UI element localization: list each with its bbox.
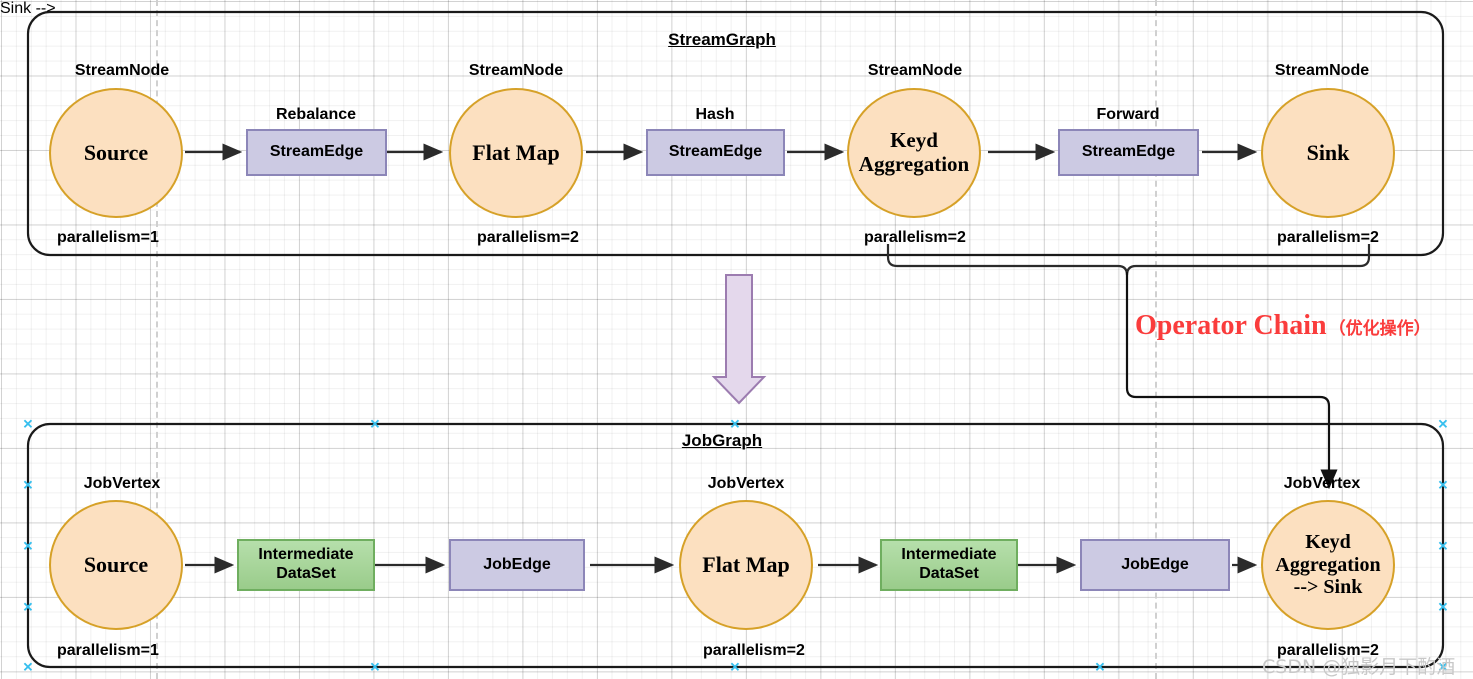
streamnode-flatmap[interactable]: Flat Map (449, 88, 583, 218)
streamgraph-title: StreamGraph (668, 30, 776, 49)
operator-chain-label-en: Operator Chain (1135, 310, 1327, 341)
streamedge-hash[interactable]: StreamEdge (646, 129, 785, 176)
operator-chain-annotation: Operator Chain （优化操作） (1135, 310, 1431, 342)
parallelism-jobvertex-flatmap: parallelism=2 (703, 642, 805, 659)
jobedge-2[interactable]: JobEdge (1080, 539, 1230, 591)
jobvertex-label-source: JobVertex (83, 475, 161, 492)
jobvertex-label-keyd-aggregation-sink: JobVertex (1283, 475, 1361, 492)
parallelism-streamnode-flatmap: parallelism=2 (477, 229, 579, 246)
selection-handle-icon[interactable]: ✕ (1438, 601, 1449, 614)
parallelism-streamnode-sink: parallelism=2 (1277, 229, 1379, 246)
jobgraph-title: JobGraph (681, 431, 763, 450)
jobvertex-keyd-aggregation-sink[interactable]: Keyd Aggregation --> Sink (1261, 500, 1395, 630)
jobvertex-label-flatmap: JobVertex (707, 475, 785, 492)
selection-handle-icon[interactable]: ✕ (23, 661, 34, 674)
jobedge-1[interactable]: JobEdge (449, 539, 585, 591)
edge-strategy-hash: Hash (695, 106, 735, 123)
streamnode-source[interactable]: Source (49, 88, 183, 218)
streamnode-label-sink: StreamNode (1274, 62, 1370, 79)
selection-handle-icon[interactable]: ✕ (370, 418, 381, 431)
streamnode-label-keyd-aggregation: StreamNode (867, 62, 963, 79)
parallelism-streamnode-source: parallelism=1 (57, 229, 159, 246)
selection-handle-icon[interactable]: ✕ (370, 661, 381, 674)
intermediate-dataset-1[interactable]: Intermediate DataSet (237, 539, 375, 591)
selection-handle-icon[interactable]: ✕ (730, 418, 741, 431)
watermark: CSDN @独影月下酌酒 (1262, 656, 1456, 678)
edge-strategy-forward: Forward (1096, 106, 1160, 123)
intermediate-dataset-2[interactable]: Intermediate DataSet (880, 539, 1018, 591)
selection-handle-icon[interactable]: ✕ (1095, 661, 1106, 674)
selection-handle-icon[interactable]: ✕ (1438, 540, 1449, 553)
parallelism-streamnode-keyd-aggregation: parallelism=2 (864, 229, 966, 246)
streamnode-label-source: StreamNode (74, 62, 170, 79)
selection-handle-icon[interactable]: ✕ (1438, 479, 1449, 492)
selection-handle-icon[interactable]: ✕ (23, 479, 34, 492)
selection-handle-icon[interactable]: ✕ (23, 418, 34, 431)
edge-strategy-rebalance: Rebalance (275, 106, 357, 123)
shapes-layer: StreamGraph StreamNode Source parallelis… (0, 0, 1449, 675)
jobvertex-source[interactable]: Source (49, 500, 183, 630)
parallelism-jobvertex-source: parallelism=1 (57, 642, 159, 659)
jobvertex-flatmap[interactable]: Flat Map (679, 500, 813, 630)
streamnode-keyd-aggregation[interactable]: Keyd Aggregation (847, 88, 981, 218)
selection-handle-icon[interactable]: ✕ (23, 601, 34, 614)
selection-handle-icon[interactable]: ✕ (23, 540, 34, 553)
operator-chain-label-zh: （优化操作） (1328, 319, 1431, 339)
streamedge-rebalance[interactable]: StreamEdge (246, 129, 387, 176)
selection-handle-icon[interactable]: ✕ (730, 661, 741, 674)
streamnode-label-flatmap: StreamNode (468, 62, 564, 79)
selection-handle-icon[interactable]: ✕ (1438, 418, 1449, 431)
streamedge-forward[interactable]: StreamEdge (1058, 129, 1199, 176)
streamnode-sink[interactable]: Sink (1261, 88, 1395, 218)
